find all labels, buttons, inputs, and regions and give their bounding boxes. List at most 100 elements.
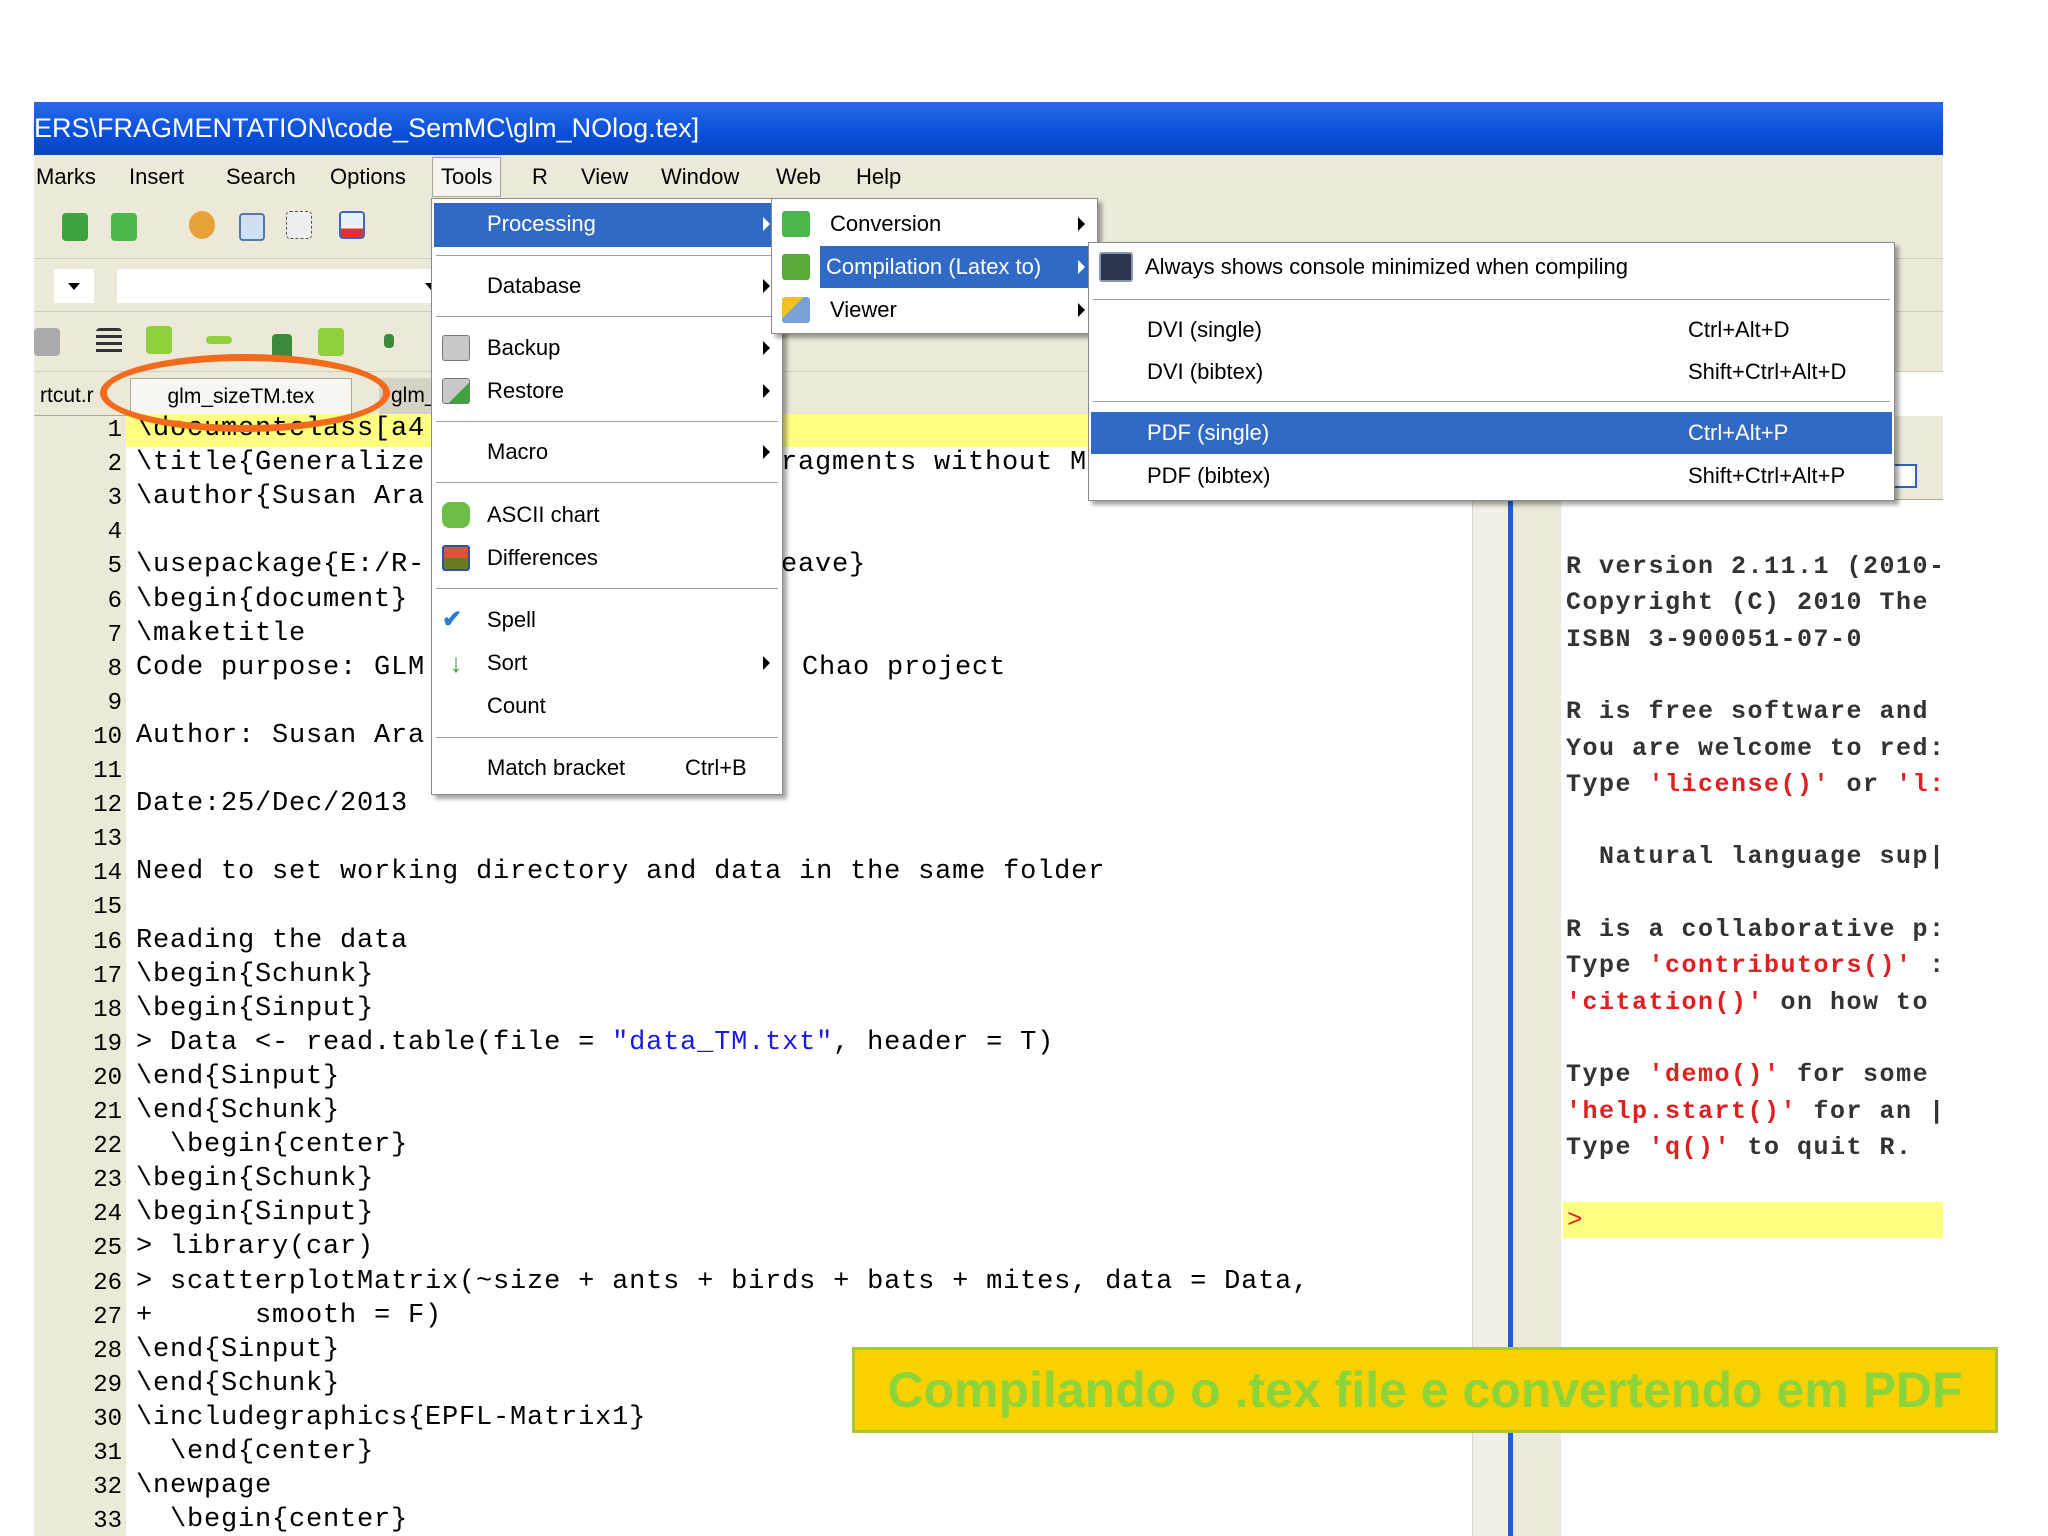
code-text: \end{Sinput}	[136, 1334, 341, 1365]
list-icon[interactable]	[96, 328, 122, 356]
menu-item-shortcut: Shift+Ctrl+Alt+D	[1688, 359, 1847, 384]
menu-item-match-bracket[interactable]: Match bracket Ctrl+B	[434, 747, 780, 789]
code-line: Date:25/Dec/2013	[136, 789, 408, 819]
code-line: + smooth = F)	[136, 1301, 442, 1331]
menu-item-label: PDF (bibtex)	[1147, 463, 1271, 488]
menu-item-console-minimized[interactable]: Always shows console minimized when comp…	[1091, 246, 1892, 290]
console-prompt-line[interactable]: >	[1563, 1202, 1943, 1238]
menu-item-restore[interactable]: Restore	[434, 370, 780, 412]
viewer-icon	[782, 297, 810, 323]
menu-item-sort[interactable]: ↓ Sort	[434, 642, 780, 684]
menu-view[interactable]: View	[581, 164, 628, 190]
reload-icon[interactable]	[62, 213, 88, 241]
line-number: 7	[107, 621, 122, 649]
green-list-icon[interactable]	[318, 328, 344, 356]
code-text: \author{Susan Ara	[136, 482, 426, 513]
find-page-icon[interactable]	[239, 213, 265, 241]
block-icon[interactable]	[34, 328, 60, 356]
menu-item-pdf-bibtex[interactable]: PDF (bibtex) Shift+Ctrl+Alt+P	[1091, 455, 1892, 497]
code-text: \usepackage{E:/R-	[136, 550, 426, 581]
menu-marks[interactable]: Marks	[36, 164, 96, 190]
code-text: Author: Susan Ara	[136, 720, 426, 751]
refresh-icon[interactable]	[111, 213, 137, 241]
menu-item-processing[interactable]: Processing	[434, 203, 780, 247]
document-icon[interactable]	[339, 211, 365, 239]
console-text: :	[1912, 951, 1943, 981]
console-line: R is free software and	[1566, 697, 1929, 726]
submenu-arrow-icon	[1078, 260, 1085, 274]
menu-item-database[interactable]: Database	[434, 265, 780, 307]
menu-item-conversion[interactable]: Conversion	[774, 203, 1095, 245]
spell-check-icon: ✔	[442, 606, 463, 633]
menu-item-count[interactable]: Count	[434, 685, 780, 727]
list-green-icon[interactable]	[146, 326, 172, 354]
console-text: R is free software and	[1566, 697, 1930, 727]
menu-item-dvi-bibtex[interactable]: DVI (bibtex) Shift+Ctrl+Alt+D	[1091, 351, 1892, 393]
menu-tools[interactable]: Tools	[432, 157, 502, 197]
line-number: 19	[93, 1030, 122, 1058]
dropdown-small[interactable]	[54, 269, 94, 303]
menu-item-macro[interactable]: Macro	[434, 431, 780, 473]
menu-item-dvi-single[interactable]: DVI (single) Ctrl+Alt+D	[1091, 309, 1892, 351]
menu-item-compilation[interactable]: Compilation (Latex to)	[820, 246, 1095, 288]
menu-item-ascii-chart[interactable]: ASCII chart	[434, 494, 780, 536]
console-line: R version 2.11.1 (2010-	[1566, 552, 1943, 581]
console-text: for an |	[1797, 1096, 1943, 1126]
compile-icon	[782, 254, 810, 280]
arrow-left-icon[interactable]	[384, 334, 394, 348]
window-icon[interactable]	[1893, 464, 1917, 488]
window-title: ERS\FRAGMENTATION\code_SemMC\glm_NOlog.t…	[34, 113, 700, 143]
processing-submenu: Conversion Compilation (Latex to) Viewer	[771, 198, 1098, 334]
menu-separator	[436, 316, 778, 318]
console-text: on how to	[1764, 987, 1930, 1017]
menu-window[interactable]: Window	[661, 164, 739, 190]
menu-help[interactable]: Help	[856, 164, 901, 190]
line-number: 1	[107, 417, 122, 444]
menu-separator	[436, 588, 778, 590]
menu-separator	[1093, 401, 1890, 403]
code-text: \title{Generalize	[136, 448, 426, 479]
console-string: 'l:	[1896, 769, 1943, 799]
code-line: Need to set working directory and data i…	[136, 857, 1105, 887]
menu-item-pdf-single[interactable]: PDF (single) Ctrl+Alt+P	[1091, 412, 1892, 454]
line-number: 23	[93, 1167, 122, 1195]
menu-item-differences[interactable]: Differences	[434, 537, 780, 579]
code-line: \end{Schunk}	[136, 1096, 340, 1126]
code-text: \begin{Schunk}	[136, 1164, 375, 1195]
submenu-arrow-icon	[763, 656, 770, 670]
code-line: \begin{Sinput}	[136, 994, 374, 1024]
minus-icon[interactable]	[206, 336, 232, 344]
code-line: \begin{center}	[136, 1505, 408, 1535]
console-line: 'citation()' on how to	[1566, 988, 1929, 1017]
code-line: \newpage	[136, 1471, 272, 1501]
menu-options[interactable]: Options	[330, 164, 406, 190]
console-text: Type	[1566, 1132, 1649, 1162]
menu-item-spell[interactable]: ✔ Spell	[434, 599, 780, 641]
menu-search[interactable]: Search	[226, 164, 296, 190]
console-line: R is a collaborative p:	[1566, 915, 1943, 944]
menu-separator	[436, 255, 778, 257]
line-number: 8	[107, 655, 122, 683]
console-text: R version 2.11.1 (2010-	[1566, 552, 1943, 581]
console-icon	[1099, 252, 1133, 282]
menu-r[interactable]: R	[532, 164, 548, 190]
code-line: \begin{document}	[136, 585, 408, 615]
menu-insert[interactable]: Insert	[129, 164, 184, 190]
menu-item-label: Macro	[487, 439, 549, 464]
menu-web[interactable]: Web	[776, 164, 821, 190]
compilation-submenu: Always shows console minimized when comp…	[1088, 242, 1895, 501]
restore-icon	[442, 378, 470, 404]
menu-item-label: Count	[487, 693, 546, 718]
code-line: \maketitle	[136, 619, 306, 649]
dropdown-wide[interactable]	[117, 269, 447, 303]
console-text: Type	[1566, 769, 1649, 799]
tab-shortcut-r[interactable]: rtcut.r	[28, 378, 106, 416]
menu-item-backup[interactable]: Backup	[434, 327, 780, 369]
search-icon[interactable]	[189, 211, 215, 239]
code-text: Need to set working directory and data i…	[136, 857, 1106, 888]
menu-item-viewer[interactable]: Viewer	[774, 289, 1095, 331]
menu-item-label: ASCII chart	[487, 502, 600, 527]
line-number: 18	[93, 996, 122, 1024]
replace-icon[interactable]	[286, 211, 312, 239]
code-text: , header = T)	[833, 1027, 1055, 1058]
